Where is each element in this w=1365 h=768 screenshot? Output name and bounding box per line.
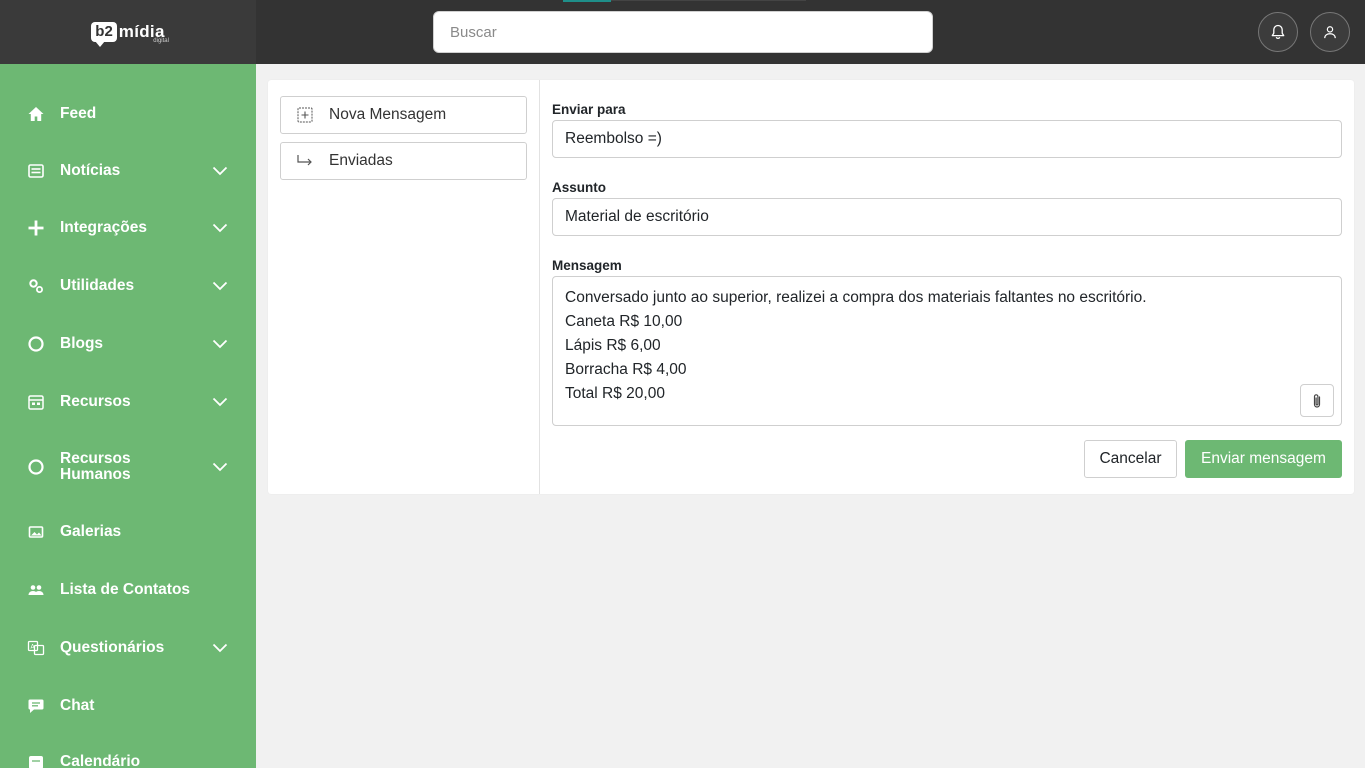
subject-field[interactable]: Material de escritório [552, 198, 1342, 236]
chevron-down-icon [212, 339, 228, 349]
circle-icon [27, 335, 45, 353]
logo-badge: b2 [91, 22, 117, 47]
plus-square-icon [296, 106, 314, 124]
sidebar-item-label: Recursos Humanos [60, 450, 131, 483]
image-icon [27, 523, 45, 541]
circle-icon [27, 458, 45, 476]
chevron-down-icon [212, 643, 228, 653]
sidebar-item-label: Lista de Contatos [60, 581, 191, 598]
sidebar-item-label: Utilidades [60, 277, 135, 294]
user-icon [1324, 26, 1336, 39]
sent-label: Enviadas [329, 152, 393, 169]
chevron-down-icon [212, 462, 228, 472]
paperclip-icon [1313, 393, 1321, 408]
top-indicator-track [611, 0, 806, 1]
to-field[interactable]: Reembolso =) [552, 120, 1342, 158]
sidebar-item-label: Recursos [60, 393, 131, 410]
sidebar-item-label: Questionários [60, 639, 165, 656]
sidebar-item-feed[interactable]: Feed [0, 92, 256, 136]
sidebar-item-recursos-humanos[interactable]: Recursos Humanos [0, 445, 256, 489]
calendar-grid-icon [27, 393, 45, 411]
message-line: Caneta R$ 10,00 [565, 313, 683, 330]
chevron-down-icon [212, 281, 228, 291]
message-card: Nova Mensagem Enviadas Enviar para Reemb… [268, 80, 1354, 494]
calendar-icon [27, 753, 45, 768]
divider [539, 80, 540, 494]
chevron-down-icon [212, 223, 228, 233]
message-line: Conversado junto ao superior, realizei a… [565, 289, 1147, 306]
sidebar-item-utilidades[interactable]: Utilidades [0, 264, 256, 308]
chevron-down-icon [212, 166, 228, 176]
home-icon [27, 105, 45, 123]
search-input[interactable] [433, 11, 933, 53]
sidebar-item-label: Chat [60, 697, 95, 714]
to-label: Enviar para [552, 102, 626, 117]
sidebar-item-blogs[interactable]: Blogs [0, 322, 256, 366]
sidebar-item-chat[interactable]: Chat [0, 684, 256, 728]
sidebar-item-label: Integrações [60, 219, 148, 236]
sent-messages-button[interactable]: Enviadas [280, 142, 527, 180]
user-menu-button[interactable] [1310, 12, 1350, 52]
logo: b2 mídia digital [91, 22, 169, 47]
sidebar-item-integracoes[interactable]: Integrações [0, 206, 256, 250]
message-line: Lápis R$ 6,00 [565, 337, 661, 354]
sidebar-item-label: Feed [60, 105, 97, 122]
new-message-button[interactable]: Nova Mensagem [280, 96, 527, 134]
sidebar-item-noticias[interactable]: Notícias [0, 149, 256, 193]
forward-arrow-icon [296, 152, 314, 170]
message-textarea[interactable]: Conversado junto ao superior, realizei a… [552, 276, 1342, 426]
users-icon [27, 581, 45, 599]
attach-button[interactable] [1300, 384, 1334, 417]
logo-subtext: digital [153, 38, 169, 44]
logo-area[interactable]: b2 mídia digital [0, 0, 256, 64]
gears-icon [27, 277, 45, 295]
bell-icon [1271, 24, 1285, 40]
sidebar-item-recursos[interactable]: Recursos [0, 380, 256, 424]
new-message-label: Nova Mensagem [329, 106, 447, 123]
notifications-button[interactable] [1258, 12, 1298, 52]
translate-icon: A [27, 639, 45, 657]
subject-label: Assunto [552, 180, 606, 195]
sidebar-item-galerias[interactable]: Galerias [0, 510, 256, 554]
newspaper-icon [27, 162, 45, 180]
sidebar-item-questionarios[interactable]: A Questionários [0, 626, 256, 670]
sidebar-item-lista-contatos[interactable]: Lista de Contatos [0, 568, 256, 612]
send-message-button[interactable]: Enviar mensagem [1185, 440, 1342, 478]
sidebar-item-label: Blogs [60, 335, 104, 352]
sidebar-item-label: Notícias [60, 162, 121, 179]
plus-icon [27, 219, 45, 237]
message-line: Total R$ 20,00 [565, 385, 665, 402]
sidebar-item-label: Calendário [60, 753, 141, 768]
message-line: Borracha R$ 4,00 [565, 361, 687, 378]
top-bar: b2 mídia digital [0, 0, 1365, 64]
sidebar-item-label: Galerias [60, 523, 122, 540]
cancel-button[interactable]: Cancelar [1084, 440, 1177, 478]
sidebar-item-calendario[interactable]: Calendário [0, 740, 256, 768]
chat-icon [27, 697, 45, 715]
chevron-down-icon [212, 397, 228, 407]
sidebar: Feed Notícias Integrações Utilidades Blo… [0, 64, 256, 768]
message-label: Mensagem [552, 258, 622, 273]
top-indicator [563, 0, 611, 2]
